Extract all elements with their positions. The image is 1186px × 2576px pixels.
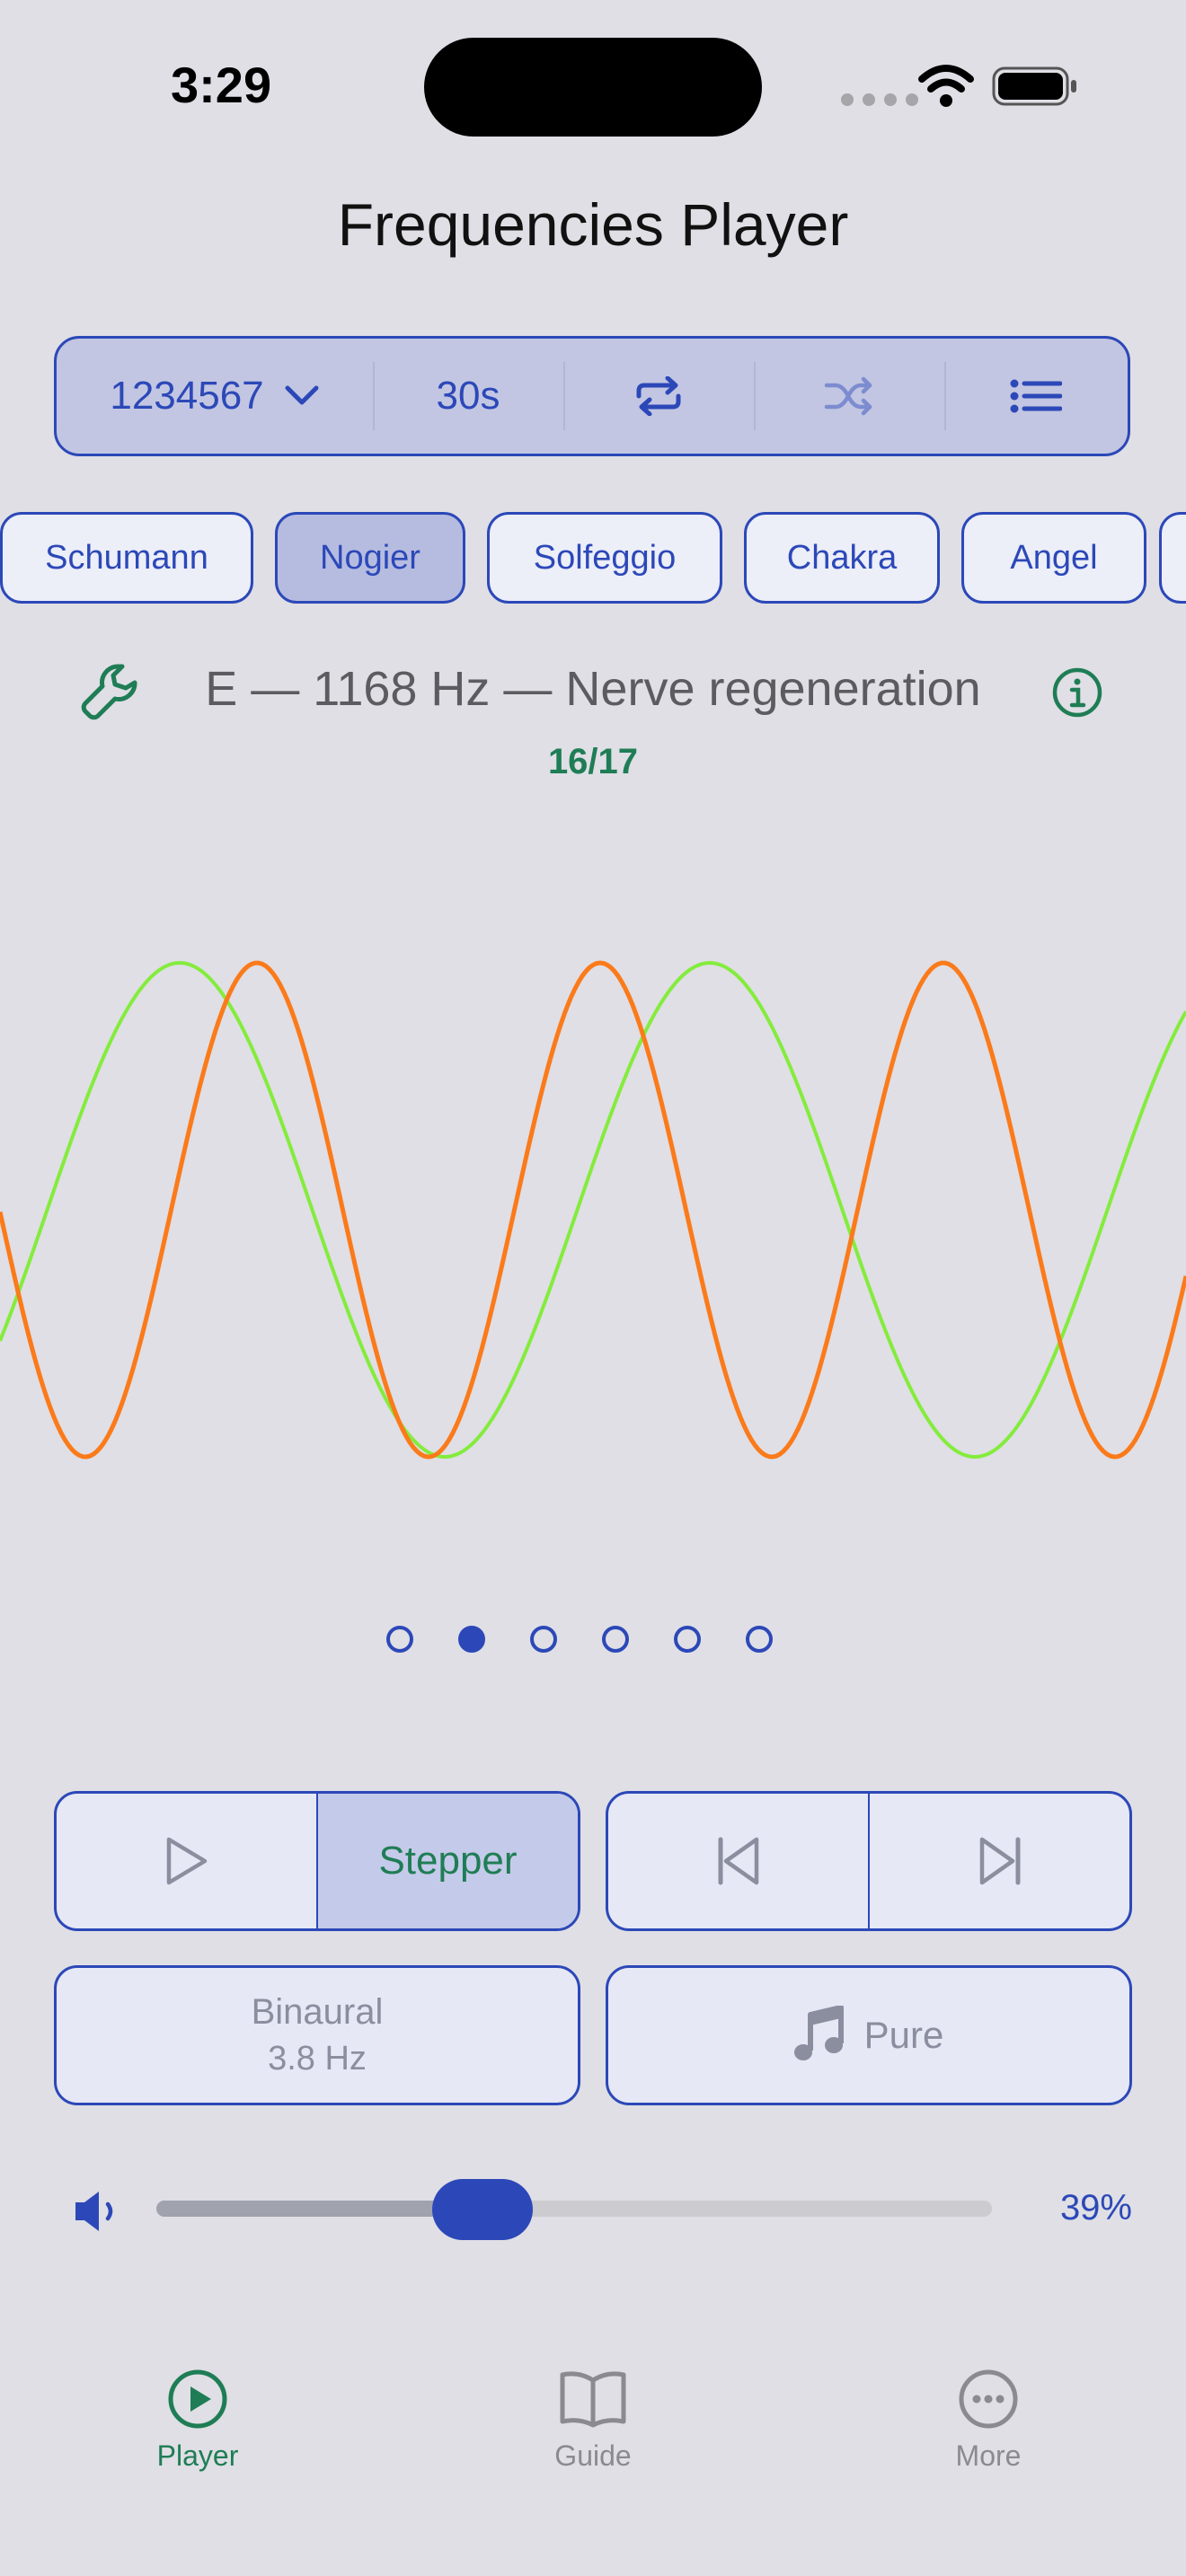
waveform-green [0,960,1186,1460]
page-indicator [386,1626,773,1653]
skip-back-icon [718,1837,758,1885]
sequence-dropdown[interactable]: 1234567 [57,339,373,454]
next-button[interactable] [868,1794,1129,1928]
tab-guide[interactable]: Guide [485,2368,701,2473]
waveform [0,960,1186,1460]
page-dot[interactable] [602,1626,629,1653]
playlist-button[interactable] [944,339,1128,454]
chip-chakra[interactable]: Chakra [744,512,940,604]
tab-guide-label: Guide [554,2439,632,2472]
chip-solfeggio[interactable]: Solfeggio [487,512,722,604]
previous-button[interactable] [608,1794,868,1928]
waveform-orange [0,960,1186,1460]
cellular-signal-icon [841,93,918,106]
tab-player[interactable]: Player [90,2368,305,2473]
duration-button[interactable]: 30s [373,339,563,454]
volume-percent: 39% [1059,2188,1132,2228]
pure-tone-button[interactable]: Pure [606,1965,1132,2105]
speaker-icon [75,2192,113,2231]
list-icon [1010,379,1062,413]
chevron-down-icon [285,385,319,405]
page-dot-active[interactable] [458,1626,485,1653]
chip-angel[interactable]: Angel [961,512,1146,604]
chip-more-offscreen[interactable] [1159,512,1186,604]
skip-forward-icon [979,1837,1020,1885]
playlist-control-bar: 1234567 30s [54,336,1130,456]
play-icon [166,1837,207,1885]
frequency-label: E — 1168 Hz — Nerve regeneration [205,662,981,716]
wifi-icon [918,65,974,107]
play-button[interactable] [57,1794,316,1928]
music-note-icon [793,2006,844,2060]
page-dot[interactable] [386,1626,413,1653]
sequence-label: 1234567 [110,374,264,418]
tab-more[interactable]: More [881,2368,1096,2473]
tab-player-label: Player [156,2439,239,2472]
shuffle-button[interactable] [754,339,944,454]
chip-schumann[interactable]: Schumann [0,512,253,604]
ellipsis-circle-icon [959,2369,1018,2429]
repeat-icon [636,376,681,416]
volume-slider-thumb[interactable] [431,2179,533,2240]
status-time: 3:29 [171,57,272,113]
page-dot[interactable] [530,1626,557,1653]
play-mode-control: Stepper [54,1791,580,1931]
tab-more-label: More [955,2439,1022,2472]
stepper-mode-button[interactable]: Stepper [316,1794,578,1928]
chip-nogier[interactable]: Nogier [275,512,465,604]
dynamic-island [424,38,762,137]
play-circle-icon [168,2369,227,2429]
track-counter: 16/17 [547,742,639,781]
page-dot[interactable] [746,1626,773,1653]
skip-control [606,1791,1132,1931]
battery-icon [992,66,1076,106]
page-dot[interactable] [674,1626,701,1653]
tone-label: Pure [863,2014,944,2056]
repeat-button[interactable] [563,339,754,454]
binaural-value: 3.8 Hz [268,2040,367,2078]
binaural-label: Binaural [251,1992,384,2032]
page-title: Frequencies Player [337,191,849,258]
category-chips: Schumann Nogier Solfeggio Chakra Angel [0,512,1186,604]
binaural-button[interactable]: Binaural 3.8 Hz [54,1965,580,2105]
duration-label: 30s [436,374,500,418]
info-icon[interactable] [1051,666,1103,719]
book-icon [560,2371,626,2428]
shuffle-icon [824,376,872,416]
